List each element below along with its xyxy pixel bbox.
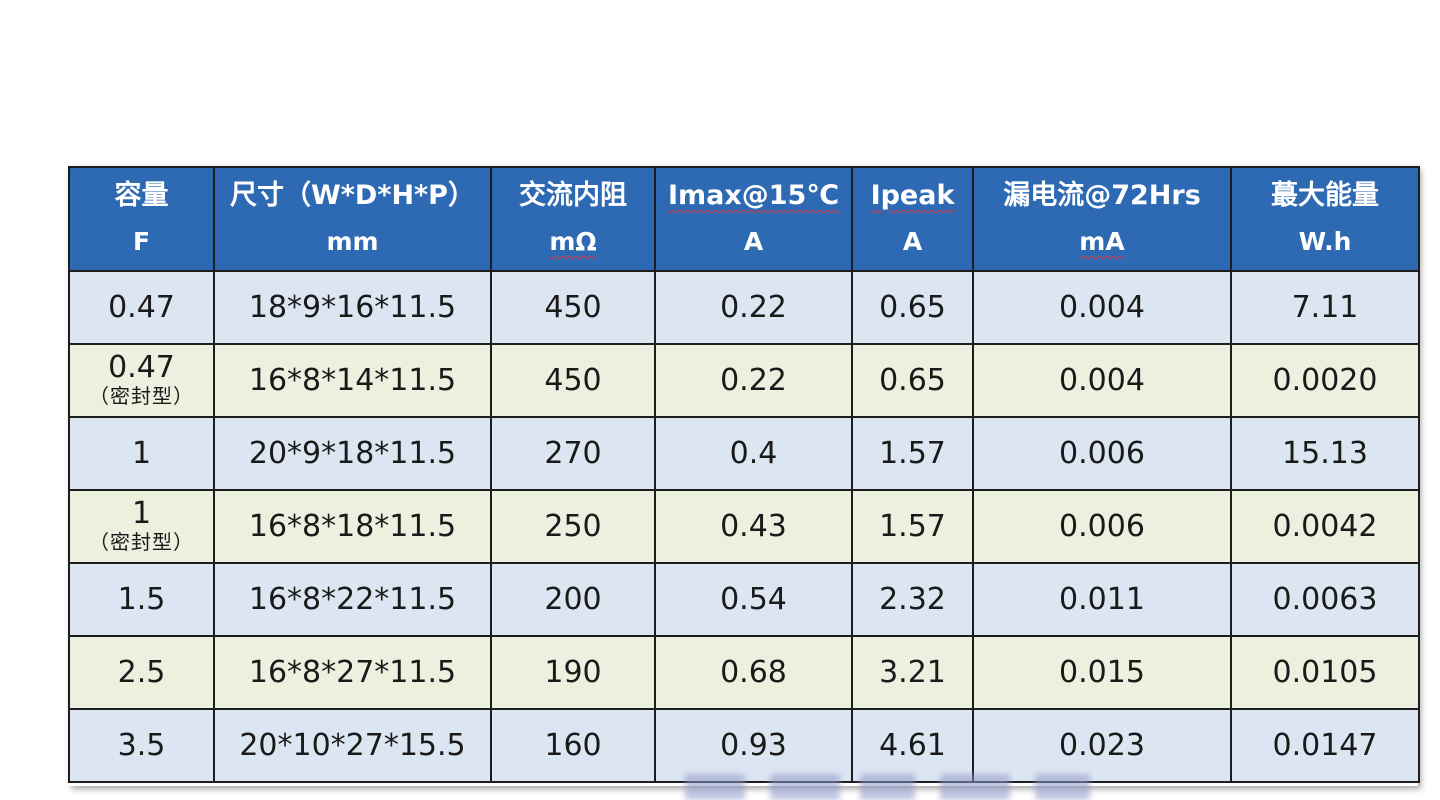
cell-leak: 0.004 (972, 343, 1232, 418)
table-row: 1.5 16*8*22*11.5 200 0.54 2.32 0.011 0.0063 (68, 562, 1420, 637)
cell-ipeak: 0.65 (851, 270, 974, 345)
cell-imax: 0.22 (654, 343, 853, 418)
header-imax-title: Imax@15℃ (667, 180, 840, 211)
header-leakage-title: 漏电流@72Hrs (1003, 180, 1201, 211)
cell-esr: 200 (490, 562, 656, 637)
capacity-value: 0.47 (108, 289, 175, 325)
cell-imax: 0.68 (654, 635, 853, 710)
table-row: 0.47 （密封型） 16*8*14*11.5 450 0.22 0.65 0.004 0.0… (68, 343, 1420, 418)
cell-leak: 0.006 (972, 416, 1232, 491)
capacity-value: 1 (131, 435, 152, 471)
header-imax-unit: A (743, 227, 764, 256)
cell-energy: 0.0063 (1230, 562, 1420, 637)
cell-size: 20*9*18*11.5 (213, 416, 492, 491)
header-leakage: 漏电流@72Hrs mA (972, 166, 1232, 272)
watermark-blob (770, 774, 840, 800)
cell-energy: 0.0147 (1230, 708, 1420, 783)
table-row: 2.5 16*8*27*11.5 190 0.68 3.21 0.015 0.0105 (68, 635, 1420, 710)
cell-capacity: 0.47 （密封型） (68, 343, 215, 418)
cell-size: 16*8*22*11.5 (213, 562, 492, 637)
table-row: 1 （密封型） 16*8*18*11.5 250 0.43 1.57 0.006 0.0042 (68, 489, 1420, 564)
capacity-value: 1 (131, 495, 152, 531)
cell-energy: 0.0105 (1230, 635, 1420, 710)
cell-imax: 0.22 (654, 270, 853, 345)
cell-esr: 190 (490, 635, 656, 710)
watermark-blob (1035, 774, 1090, 800)
cell-ipeak: 1.57 (851, 489, 974, 564)
header-size-unit: mm (326, 227, 379, 256)
cell-capacity: 1.5 (68, 562, 215, 637)
cell-capacity: 1 （密封型） (68, 489, 215, 564)
header-imax: Imax@15℃ A (654, 166, 853, 272)
capacity-value: 2.5 (117, 654, 166, 690)
cell-energy: 0.0042 (1230, 489, 1420, 564)
cell-energy: 0.0020 (1230, 343, 1420, 418)
cell-leak: 0.006 (972, 489, 1232, 564)
cell-ipeak: 2.32 (851, 562, 974, 637)
table-row: 0.47 18*9*16*11.5 450 0.22 0.65 0.004 7.11 (68, 270, 1420, 345)
header-esr-unit: mΩ (549, 227, 597, 256)
cell-esr: 450 (490, 270, 656, 345)
header-ipeak-title: Ipeak (870, 180, 955, 211)
capacitor-spec-table: 容量 F 尺寸（W*D*H*P） mm 交流内阻 mΩ Imax@15℃ A I… (68, 166, 1420, 783)
table-header-row: 容量 F 尺寸（W*D*H*P） mm 交流内阻 mΩ Imax@15℃ A I… (68, 166, 1420, 272)
cell-leak: 0.004 (972, 270, 1232, 345)
header-esr-title: 交流内阻 (519, 180, 627, 211)
cell-ipeak: 0.65 (851, 343, 974, 418)
capacity-value: 0.47 (108, 349, 175, 385)
cell-esr: 160 (490, 708, 656, 783)
cell-size: 16*8*18*11.5 (213, 489, 492, 564)
cell-energy: 15.13 (1230, 416, 1420, 491)
header-ipeak: Ipeak A (851, 166, 974, 272)
header-size: 尺寸（W*D*H*P） mm (213, 166, 492, 272)
capacity-note: （密封型） (89, 383, 194, 408)
header-esr: 交流内阻 mΩ (490, 166, 656, 272)
header-size-title: 尺寸（W*D*H*P） (230, 180, 475, 211)
capacity-note: （密封型） (89, 529, 194, 554)
header-leakage-unit: mA (1079, 227, 1125, 256)
cell-esr: 250 (490, 489, 656, 564)
page: 容量 F 尺寸（W*D*H*P） mm 交流内阻 mΩ Imax@15℃ A I… (0, 0, 1440, 800)
header-capacity: 容量 F (68, 166, 215, 272)
cell-imax: 0.54 (654, 562, 853, 637)
watermark-blob (685, 774, 745, 800)
cell-leak: 0.015 (972, 635, 1232, 710)
cell-capacity: 3.5 (68, 708, 215, 783)
capacity-value: 1.5 (117, 581, 166, 617)
header-ipeak-unit: A (902, 227, 923, 256)
cell-size: 20*10*27*15.5 (213, 708, 492, 783)
cell-esr: 270 (490, 416, 656, 491)
table-body: 0.47 18*9*16*11.5 450 0.22 0.65 0.004 7.11 0.47… (68, 270, 1420, 783)
header-energy-unit: W.h (1298, 227, 1352, 256)
cell-imax: 0.4 (654, 416, 853, 491)
cell-capacity: 2.5 (68, 635, 215, 710)
cell-size: 16*8*14*11.5 (213, 343, 492, 418)
cell-capacity: 0.47 (68, 270, 215, 345)
cell-size: 18*9*16*11.5 (213, 270, 492, 345)
cell-esr: 450 (490, 343, 656, 418)
capacity-value: 3.5 (117, 727, 166, 763)
cell-ipeak: 3.21 (851, 635, 974, 710)
header-energy: 蕞大能量 W.h (1230, 166, 1420, 272)
watermark-blob (940, 774, 1010, 800)
cell-ipeak: 1.57 (851, 416, 974, 491)
table-row: 1 20*9*18*11.5 270 0.4 1.57 0.006 15.13 (68, 416, 1420, 491)
cell-capacity: 1 (68, 416, 215, 491)
cell-imax: 0.43 (654, 489, 853, 564)
header-capacity-title: 容量 (114, 180, 169, 211)
cell-leak: 0.011 (972, 562, 1232, 637)
spec-table-container: 容量 F 尺寸（W*D*H*P） mm 交流内阻 mΩ Imax@15℃ A I… (68, 166, 1420, 786)
cell-energy: 7.11 (1230, 270, 1420, 345)
watermark-blob (860, 774, 915, 800)
blurred-watermark (655, 768, 1105, 800)
cell-size: 16*8*27*11.5 (213, 635, 492, 710)
header-energy-title: 蕞大能量 (1271, 180, 1379, 211)
header-capacity-unit: F (132, 227, 151, 256)
